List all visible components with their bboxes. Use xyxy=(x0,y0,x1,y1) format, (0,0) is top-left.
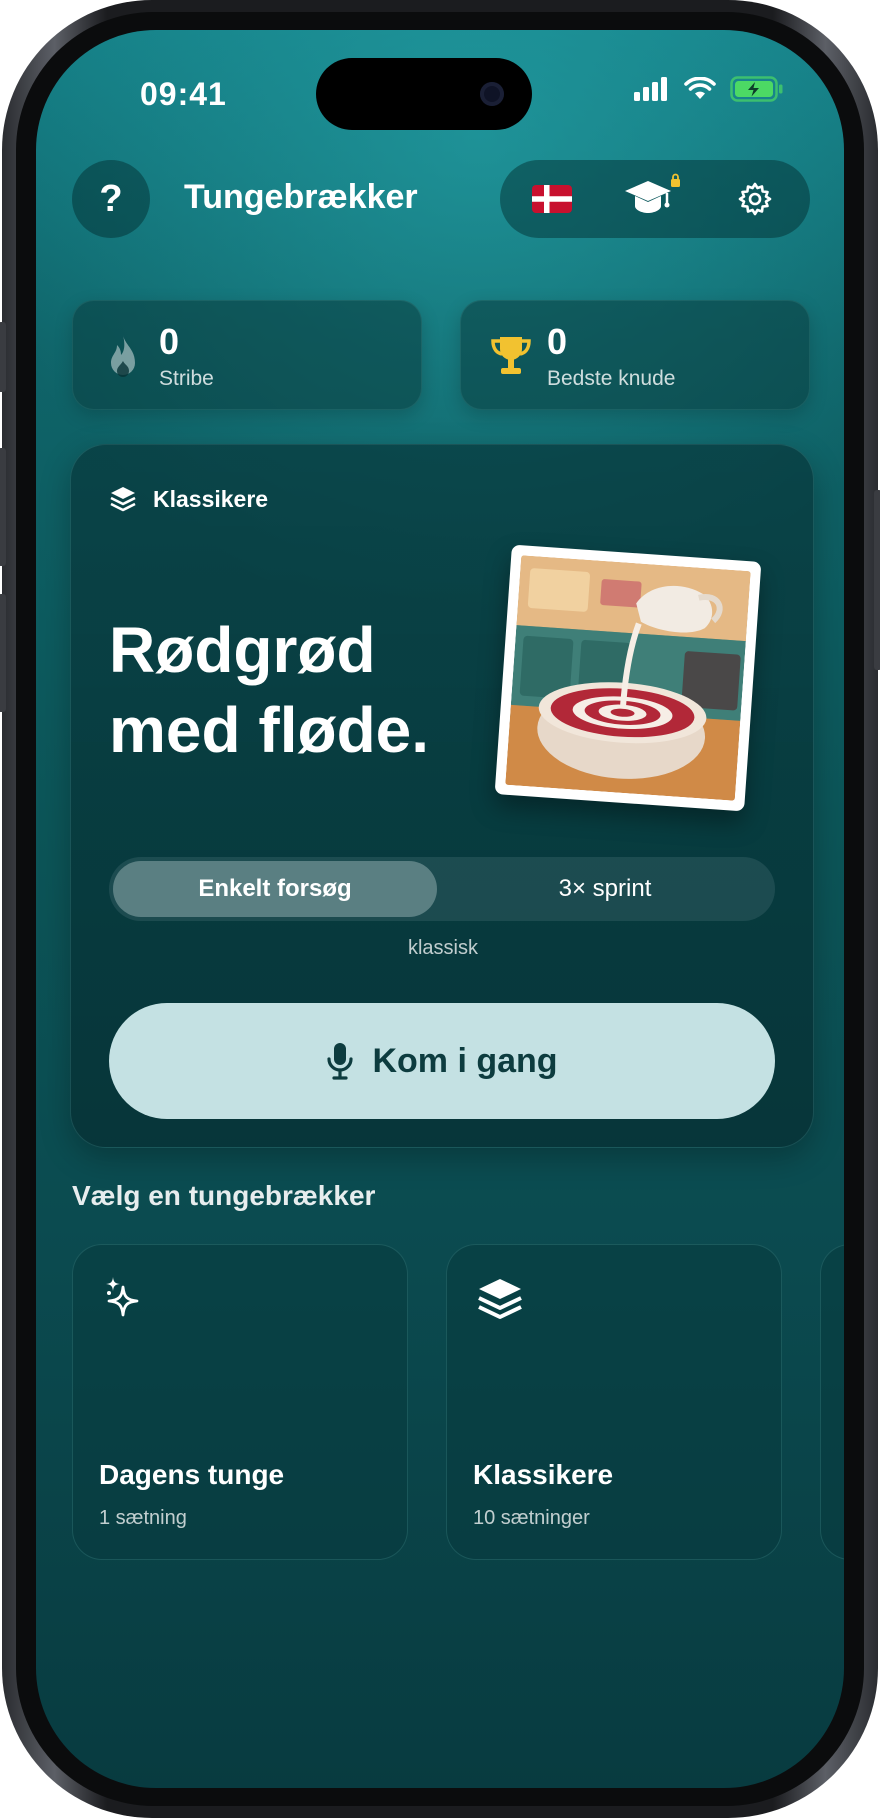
start-button-label: Kom i gang xyxy=(372,1041,558,1080)
wifi-icon xyxy=(684,77,716,99)
mode-single-attempt[interactable]: Enkelt forsøg xyxy=(113,861,437,917)
pack-card-classics[interactable]: Klassikere 10 sætninger xyxy=(446,1244,782,1560)
pack-title: Klassikere xyxy=(473,1459,614,1490)
best-label: Bedste knude xyxy=(547,367,676,390)
action-button xyxy=(0,322,6,392)
streak-card: 0 Stribe xyxy=(72,300,422,410)
header-actions xyxy=(500,160,810,238)
power-button xyxy=(874,490,880,670)
mode-sprint[interactable]: 3× sprint xyxy=(439,861,771,917)
language-button[interactable] xyxy=(522,160,582,238)
microphone-icon xyxy=(327,1043,354,1080)
trophy-icon xyxy=(491,337,531,374)
danish-flag-icon xyxy=(532,185,572,213)
settings-button[interactable] xyxy=(720,160,790,238)
pack-card-partial[interactable] xyxy=(820,1244,844,1560)
flame-icon xyxy=(111,335,135,377)
camera-icon xyxy=(480,82,504,106)
app-screen: 09:41 ? Tungebrækker 0 Stribe 0 Bedste k… xyxy=(36,30,844,1788)
volume-down-button xyxy=(0,594,6,712)
signal-icon xyxy=(634,77,667,101)
learn-button[interactable] xyxy=(618,160,688,238)
sparkles-icon xyxy=(106,1277,139,1317)
lock-icon xyxy=(671,179,680,187)
pack-card-daily[interactable]: Dagens tunge 1 sætning xyxy=(72,1244,408,1560)
headline-line-1: Rødgrød xyxy=(109,614,376,686)
dynamic-island xyxy=(316,58,532,130)
headline-line-2: med fløde. xyxy=(109,694,430,766)
graduation-cap-icon xyxy=(625,173,680,213)
featured-card: Klassikere Rødgrød med fløde. Enkelt for… xyxy=(70,444,814,1148)
start-button[interactable]: Kom i gang xyxy=(109,1003,775,1119)
category-label: Klassikere xyxy=(153,485,269,512)
red-berry-pudding-image xyxy=(505,555,751,801)
layers-icon xyxy=(110,487,136,512)
tongue-twister-text: Rødgrød med fløde. xyxy=(109,610,489,770)
volume-up-button xyxy=(0,448,6,566)
section-title: Vælg en tungebrækker xyxy=(72,1180,376,1211)
help-button[interactable]: ? xyxy=(72,160,150,238)
status-time: 09:41 xyxy=(140,76,227,112)
battery-charging-icon xyxy=(730,76,783,102)
mode-selector: Enkelt forsøg 3× sprint xyxy=(109,857,775,921)
gear-icon xyxy=(738,182,772,216)
app-title: Tungebrækker xyxy=(184,178,418,216)
pack-subtitle: 1 sætning xyxy=(99,1507,187,1529)
best-card: 0 Bedste knude xyxy=(460,300,810,410)
best-value: 0 xyxy=(547,321,568,362)
category-tag: Klassikere xyxy=(109,485,268,513)
status-icons xyxy=(634,76,784,102)
pack-subtitle: 10 sætninger xyxy=(473,1507,590,1529)
pack-title: Dagens tunge xyxy=(99,1459,285,1490)
streak-value: 0 xyxy=(159,321,180,362)
dish-illustration xyxy=(494,544,762,812)
mode-caption: klassisk xyxy=(407,937,478,959)
layers-icon xyxy=(478,1279,522,1319)
streak-label: Stribe xyxy=(159,367,214,390)
phone-frame: 09:41 ? Tungebrækker 0 Stribe 0 Bedste k… xyxy=(0,0,880,1818)
